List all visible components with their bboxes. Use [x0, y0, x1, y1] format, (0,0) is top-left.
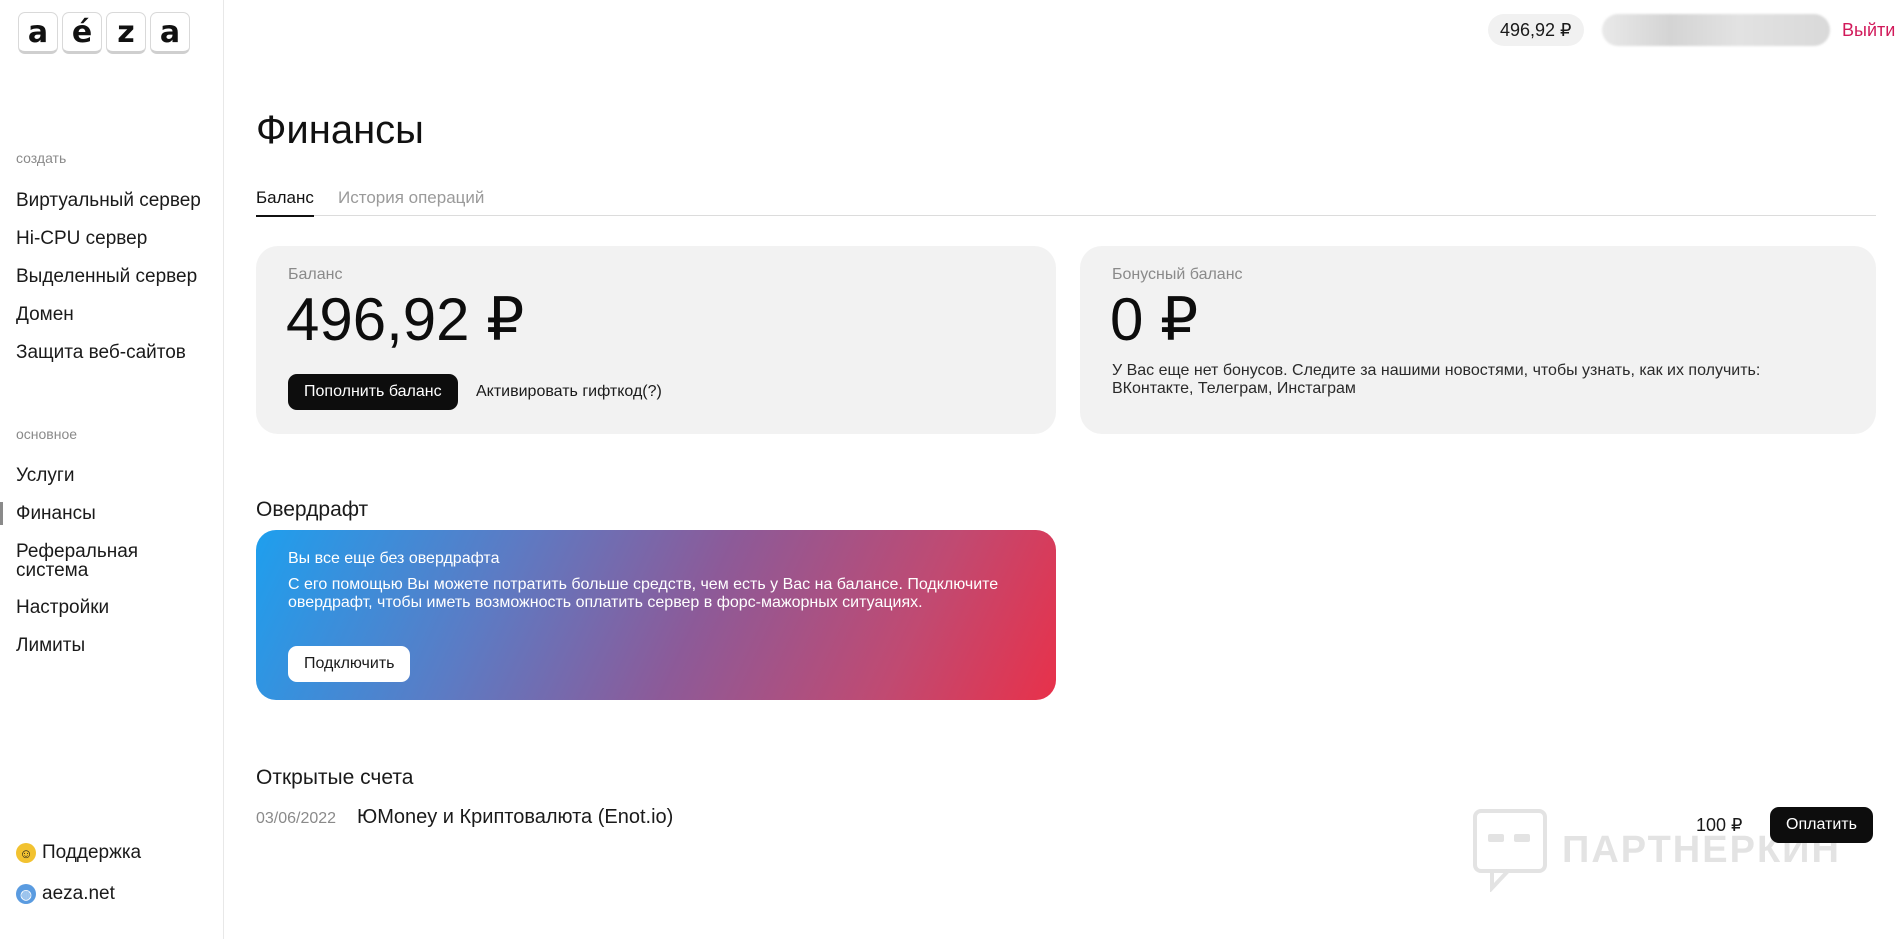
sidebar-item-hi-cpu-server[interactable]: Hi-CPU сервер	[16, 229, 147, 248]
site-label: aeza.net	[42, 883, 115, 904]
overdraft-section-title: Овердрафт	[256, 498, 369, 521]
sidebar-section-create: создать	[16, 150, 67, 166]
sidebar-item-domain[interactable]: Домен	[16, 305, 74, 324]
sidebar-item-settings[interactable]: Настройки	[16, 598, 109, 617]
tab-balance[interactable]: Баланс	[256, 188, 314, 217]
globe-icon: ◍	[16, 884, 36, 904]
logo-key: z	[106, 12, 146, 54]
bonus-description: У Вас еще нет бонусов. Следите за нашими…	[1112, 362, 1872, 398]
topup-balance-button[interactable]: Пополнить баланс	[288, 374, 458, 410]
sidebar-item-limits[interactable]: Лимиты	[16, 636, 85, 655]
support-label: Поддержка	[42, 842, 142, 863]
balance-amount: 496,92 ₽	[286, 286, 525, 353]
logo-key: a	[150, 12, 190, 54]
sidebar-site-link[interactable]: ◍ aeza.net	[16, 883, 115, 905]
invoice-amount: 100 ₽	[1696, 815, 1743, 835]
page-title: Финансы	[256, 108, 424, 152]
sidebar-item-services[interactable]: Услуги	[16, 466, 74, 485]
activate-giftcode-link[interactable]: Активировать гифткод(?)	[476, 383, 662, 401]
logo-key: a	[18, 12, 58, 54]
bonus-label: Бонусный баланс	[1112, 266, 1243, 283]
sidebar-item-dedicated-server[interactable]: Выделенный сервер	[16, 267, 197, 286]
logout-link[interactable]: Выйти	[1842, 20, 1895, 41]
sidebar: a é z a создать Виртуальный сервер Hi-CP…	[0, 0, 224, 939]
user-account-pill[interactable]	[1602, 14, 1830, 46]
sidebar-section-main: основное	[16, 426, 78, 442]
sidebar-support-link[interactable]: ☺ Поддержка	[16, 842, 141, 864]
connect-overdraft-button[interactable]: Подключить	[288, 646, 411, 682]
overdraft-description: С его помощью Вы можете потратить больше…	[288, 576, 999, 611]
balance-label: Баланс	[288, 266, 343, 283]
sidebar-item-referral[interactable]: Реферальная система	[16, 542, 196, 580]
overdraft-heading: Вы все еще без овердрафта	[288, 550, 500, 567]
sidebar-item-website-protection[interactable]: Защита веб-сайтов	[16, 343, 186, 362]
invoice-date: 03/06/2022	[256, 810, 337, 827]
sidebar-item-virtual-server[interactable]: Виртуальный сервер	[16, 191, 201, 210]
pay-invoice-button[interactable]: Оплатить	[1770, 807, 1873, 843]
bonus-amount: 0 ₽	[1110, 286, 1199, 353]
tabs: Баланс История операций	[256, 188, 1876, 217]
tab-history[interactable]: История операций	[338, 188, 484, 215]
bonus-social-links[interactable]: ВКонтакте, Телеграм, Инстаграм	[1112, 380, 1872, 398]
bonus-card: Бонусный баланс 0 ₽ У Вас еще нет бонусо…	[1080, 246, 1876, 434]
balance-card: Баланс 496,92 ₽ Пополнить баланс Активир…	[256, 246, 1056, 434]
nerd-face-icon: ☺	[16, 843, 36, 863]
invoice-name: ЮMoney и Криптовалюта (Enot.io)	[357, 806, 674, 828]
logo[interactable]: a é z a	[18, 12, 190, 54]
header-balance-badge[interactable]: 496,92 ₽	[1488, 14, 1584, 46]
overdraft-banner: Вы все еще без овердрафта С его помощью …	[256, 530, 1056, 700]
chat-bubble-icon	[1473, 809, 1547, 892]
open-invoices-section-title: Открытые счета	[256, 766, 414, 789]
sidebar-item-finance[interactable]: Финансы	[0, 502, 96, 525]
bonus-text: У Вас еще нет бонусов. Следите за нашими…	[1112, 362, 1761, 379]
logo-key: é	[62, 12, 102, 54]
